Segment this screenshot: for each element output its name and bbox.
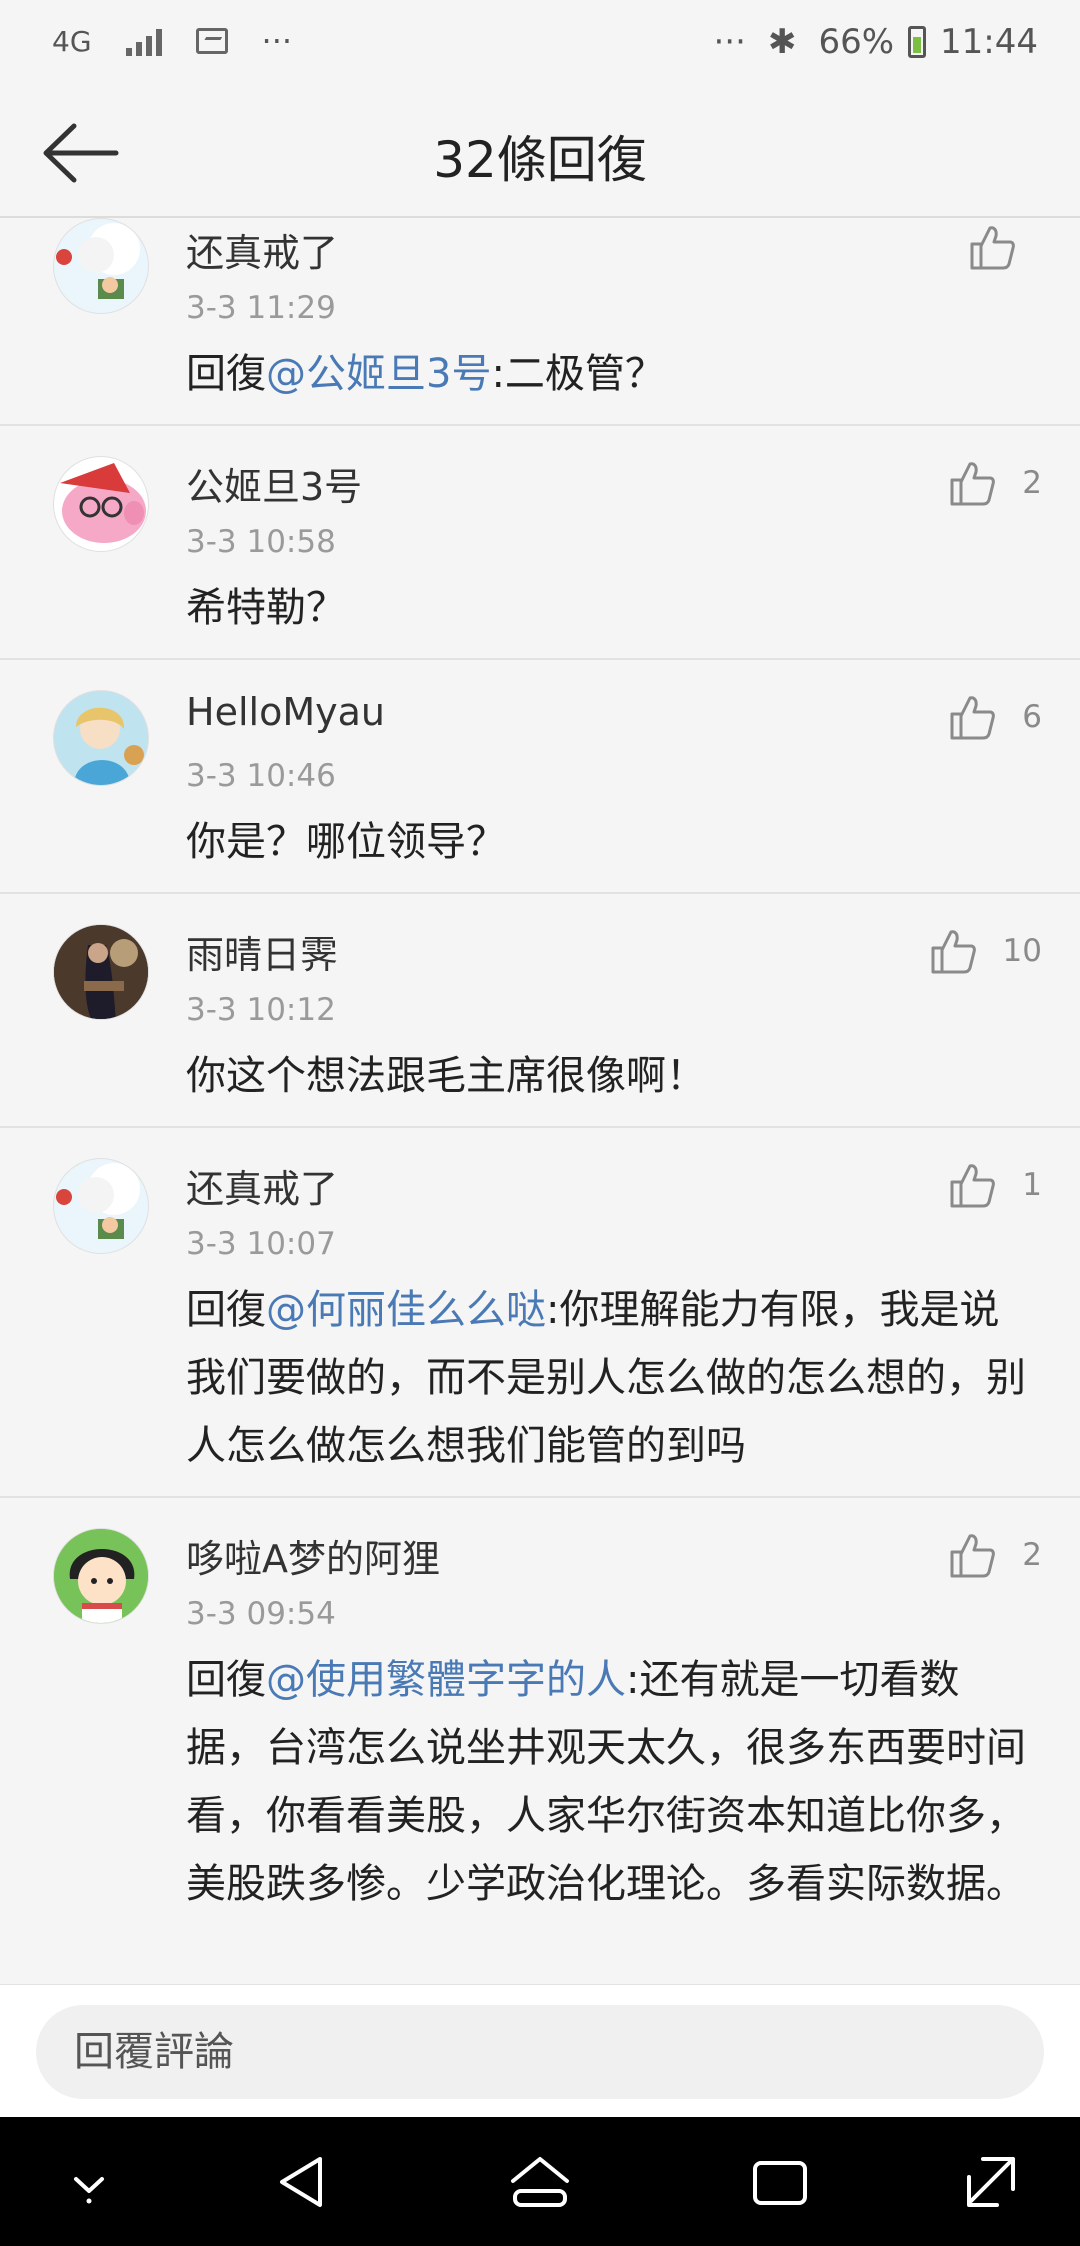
system-nav-bar [0,2117,1080,2246]
network-type-indicator: 4G [52,24,92,58]
gallery-notification-icon [195,28,228,54]
reply-prefix: 回復 [186,1287,266,1333]
like-button[interactable]: 2 [948,460,1042,506]
avatar[interactable] [53,924,149,1020]
comment-list[interactable]: 还真戒了 3-3 11:29 回復@公姬旦3号:二极管？ 公姬旦3号 3-3 1… [0,218,1080,1984]
reply-prefix: 回復 [186,1657,266,1703]
comment-item: 还真戒了 3-3 11:29 回復@公姬旦3号:二极管？ [0,218,1080,426]
comment-time: 3-3 10:07 [186,1226,336,1262]
avatar[interactable] [53,218,149,314]
avatar[interactable] [53,1158,149,1254]
avatar[interactable] [53,690,149,786]
comment-time: 3-3 11:29 [186,290,336,326]
reply-input[interactable]: 回覆評論 [36,2005,1044,2099]
mention-link[interactable]: @使用繁體字字的人 [266,1657,626,1703]
like-button[interactable]: 2 [948,1532,1042,1578]
like-count: 2 [1022,465,1042,501]
comment-time: 3-3 09:54 [186,1596,336,1632]
status-bar: 4G ··· ··· ✱ 66% 11:44 [0,0,1080,90]
reply-prefix: 回復 [186,351,266,397]
like-button[interactable]: 10 [929,928,1042,974]
comment-item: 哆啦A梦的阿狸 3-3 09:54 回復@使用繁體字字的人:还有就是一切看数据，… [0,1498,1080,1984]
mention-link[interactable]: @公姬旦3号 [266,351,491,397]
comment-body: 回復@使用繁體字字的人:还有就是一切看数据，台湾怎么说坐井观天太久，很多东西要时… [186,1646,1026,1918]
reply-bar: 回覆評論 [0,1984,1080,2118]
comment-username[interactable]: 哆啦A梦的阿狸 [186,1528,440,1583]
nav-down-icon[interactable] [54,2147,124,2217]
nav-home-icon[interactable] [505,2147,575,2217]
comment-body: 回復@何丽佳么么哒:你理解能力有限，我是说我们要做的，而不是别人怎么做的怎么想的… [186,1276,1026,1480]
like-button[interactable] [968,224,1042,270]
comment-text: 你这个想法跟毛主席很像啊！ [186,1053,706,1099]
thumbs-up-icon [950,1164,996,1208]
clock: 11:44 [940,22,1038,62]
comment-body: 你这个想法跟毛主席很像啊！ [186,1042,1026,1110]
comment-item: HelloMyau 3-3 10:46 你是？哪位领导？ 6 [0,660,1080,894]
comment-item: 还真戒了 3-3 10:07 回復@何丽佳么么哒:你理解能力有限，我是说我们要做… [0,1128,1080,1498]
comment-text: :二极管？ [491,351,665,397]
avatar[interactable] [53,456,149,552]
battery-percent: 66% [818,22,895,62]
thumbs-up-icon [950,696,996,740]
comment-item: 雨晴日霁 3-3 10:12 你这个想法跟毛主席很像啊！ 10 [0,894,1080,1128]
battery-icon [908,26,927,58]
thumbs-up-icon [931,930,976,974]
comment-text: 你是？哪位领导？ [186,819,506,865]
comment-username[interactable]: 公姬旦3号 [186,456,362,511]
comment-item: 公姬旦3号 3-3 10:58 希特勒？ 2 [0,426,1080,660]
comment-time: 3-3 10:12 [186,992,336,1028]
like-count: 6 [1022,699,1042,735]
bluetooth-icon: ✱ [767,22,797,62]
comment-time: 3-3 10:58 [186,524,336,560]
more-status-icon: ··· [713,22,746,62]
comment-text: 希特勒？ [186,585,346,631]
page-title: 32條回復 [433,131,647,189]
comment-body: 回復@公姬旦3号:二极管？ [186,340,1026,408]
comment-username[interactable]: HelloMyau [186,690,385,734]
comment-username[interactable]: 还真戒了 [186,222,338,277]
comment-body: 希特勒？ [186,574,1026,642]
thumbs-up-icon [950,462,996,506]
like-button[interactable]: 1 [948,1162,1042,1208]
like-count: 10 [1002,933,1042,969]
nav-expand-icon[interactable] [955,2147,1025,2217]
comment-time: 3-3 10:46 [186,758,336,794]
nav-recents-icon[interactable] [745,2147,815,2217]
like-count: 1 [1022,1167,1042,1203]
mention-link[interactable]: @何丽佳么么哒 [266,1287,546,1333]
nav-back-icon[interactable] [268,2147,338,2217]
more-notifications-icon: ··· [261,22,293,60]
like-button[interactable]: 6 [948,694,1042,740]
thumbs-up-icon [970,226,1015,270]
comment-username[interactable]: 雨晴日霁 [186,924,338,979]
signal-strength-icon [125,26,162,56]
comment-username[interactable]: 还真戒了 [186,1158,338,1213]
comment-body: 你是？哪位领导？ [186,808,1026,876]
app-header: 32條回復 [0,90,1080,218]
thumbs-up-icon [950,1534,996,1578]
avatar[interactable] [53,1528,149,1624]
like-count: 2 [1022,1537,1042,1573]
